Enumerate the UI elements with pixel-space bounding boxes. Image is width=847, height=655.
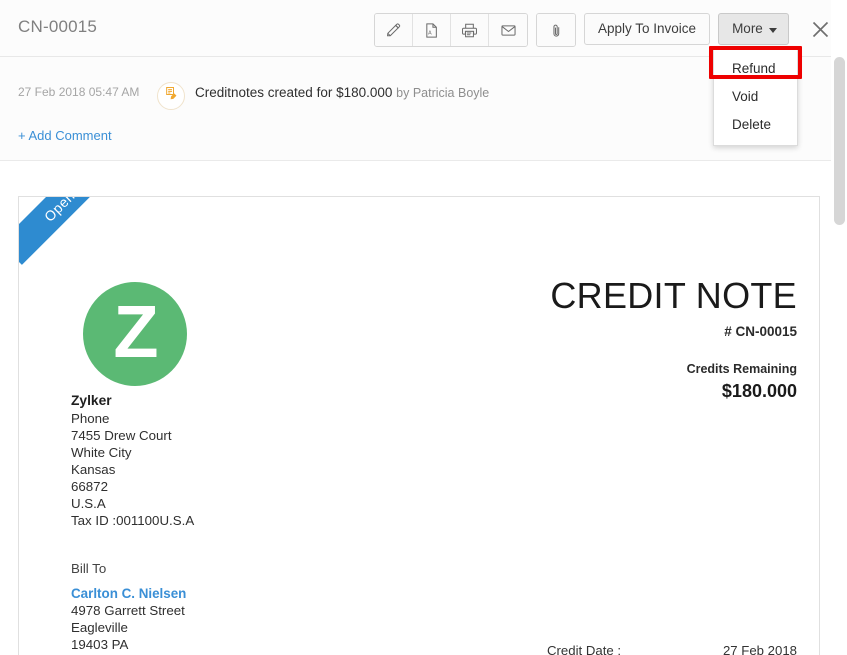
- company-address-line: Kansas: [71, 462, 116, 477]
- attachment-button[interactable]: [537, 14, 575, 46]
- more-button[interactable]: More: [718, 13, 789, 45]
- company-logo: Z: [83, 282, 187, 386]
- company-address-line: U.S.A: [71, 496, 106, 511]
- paperclip-icon: [548, 22, 565, 39]
- pdf-icon: A: [423, 22, 440, 39]
- company-address-line: Tax ID :001100U.S.A: [71, 513, 195, 528]
- activity-timestamp: 27 Feb 2018 05:47 AM: [18, 85, 140, 99]
- apply-to-invoice-button[interactable]: Apply To Invoice: [584, 13, 711, 45]
- svg-text:A: A: [428, 30, 432, 36]
- company-name: Zylker: [71, 393, 112, 408]
- bill-to-address-line: 19403 PA: [71, 637, 129, 652]
- close-icon: [810, 21, 831, 44]
- action-toolbar: A Apply To Invoice More: [374, 13, 789, 47]
- activity-author: by Patricia Boyle: [396, 86, 490, 100]
- credit-note-detail-page: CN-00015 A Apply To Invoice More 27 Feb …: [0, 0, 847, 655]
- company-address-line: 66872: [71, 479, 108, 494]
- bill-to-address-line: Eagleville: [71, 620, 128, 635]
- company-address-line: Phone: [71, 411, 110, 426]
- bill-to-name[interactable]: Carlton C. Nielsen: [71, 585, 186, 602]
- credit-note-document: Open Z CREDIT NOTE # CN-00015 Credits Re…: [18, 196, 820, 655]
- bill-to-address-line: 4978 Garrett Street: [71, 603, 185, 618]
- credit-date-value: 27 Feb 2018: [722, 643, 797, 655]
- more-button-label: More: [732, 21, 763, 36]
- activity-message: Creditnotes created for $180.000: [195, 85, 393, 100]
- more-dropdown-menu: Refund Void Delete: [713, 48, 798, 146]
- edit-button[interactable]: [375, 14, 413, 46]
- document-number: # CN-00015: [724, 324, 797, 339]
- dropdown-item-void[interactable]: Void: [714, 83, 797, 111]
- page-header: CN-00015 A Apply To Invoice More: [0, 0, 831, 57]
- credits-remaining-label: Credits Remaining: [686, 362, 797, 376]
- page-title: CN-00015: [18, 17, 98, 36]
- document-scroll-area: Open Z CREDIT NOTE # CN-00015 Credits Re…: [0, 161, 831, 655]
- scrollbar-thumb[interactable]: [834, 57, 845, 225]
- company-address-line: 7455 Drew Court: [71, 428, 172, 443]
- company-address-line: White City: [71, 445, 132, 460]
- attachment-button-group: [536, 13, 576, 47]
- status-ribbon-label: Open: [40, 197, 78, 225]
- edit-icon: [385, 22, 402, 39]
- activity-message-row: Creditnotes created for $180.000 by Patr…: [195, 85, 489, 100]
- document-title: CREDIT NOTE: [550, 275, 797, 316]
- activity-strip: 27 Feb 2018 05:47 AM Creditnotes created…: [0, 57, 831, 161]
- dropdown-item-delete[interactable]: Delete: [714, 111, 797, 139]
- credit-date-label: Credit Date :: [547, 643, 622, 655]
- add-comment-link[interactable]: + Add Comment: [18, 128, 112, 143]
- print-button[interactable]: [451, 14, 489, 46]
- close-button[interactable]: [810, 19, 831, 40]
- print-icon: [461, 22, 478, 39]
- bill-to-label: Bill To: [71, 561, 107, 576]
- company-address-lines: Phone 7455 Drew Court White City Kansas 6687…: [71, 410, 194, 529]
- note-edit-icon: [164, 86, 179, 106]
- email-button[interactable]: [489, 14, 527, 46]
- dropdown-item-refund[interactable]: Refund: [714, 55, 797, 83]
- bill-to-address-lines: 4978 Garrett Street Eagleville 19403 PA: [71, 602, 186, 653]
- activity-icon-circle: [157, 82, 185, 110]
- bill-to-block: Carlton C. Nielsen 4978 Garrett Street Ea…: [71, 585, 186, 653]
- company-address-block: Zylker Phone 7455 Drew Court White City Kan…: [71, 392, 194, 529]
- company-logo-letter: Z: [113, 290, 158, 373]
- pdf-button[interactable]: A: [413, 14, 451, 46]
- credits-remaining-value: $180.000: [721, 381, 797, 401]
- email-icon: [500, 22, 517, 39]
- chevron-down-icon: [768, 27, 777, 33]
- icon-button-group: A: [374, 13, 528, 47]
- vertical-scrollbar[interactable]: [831, 0, 847, 655]
